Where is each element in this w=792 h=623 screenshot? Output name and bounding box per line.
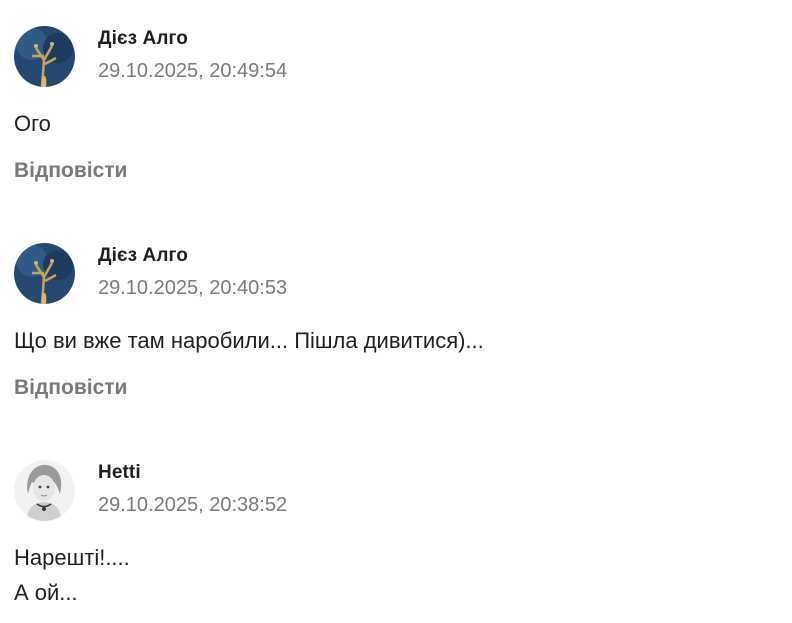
comment-text: Що ви вже там наробили... Пішла дивитися… (14, 323, 774, 358)
comment-header: Дієз Алго 29.10.2025, 20:40:53 (14, 243, 774, 305)
comment-timestamp: 29.10.2025, 20:49:54 (98, 60, 288, 82)
girl-portrait-avatar-icon[interactable] (14, 460, 75, 521)
reply-button[interactable]: Відповісти (14, 159, 127, 183)
comment-text-line: Нарешті!.... (14, 545, 130, 570)
tree-artwork-avatar-icon[interactable] (14, 243, 75, 304)
comment-item: Hetti 29.10.2025, 20:38:52 Нарешті!.... … (14, 460, 774, 610)
comment-header: Дієз Алго 29.10.2025, 20:49:54 (14, 26, 774, 88)
comment-author[interactable]: Дієз Алго (98, 245, 188, 267)
comment-text: Нарешті!.... А ой... (14, 540, 774, 610)
comment-header: Hetti 29.10.2025, 20:38:52 (14, 460, 774, 522)
comment-author[interactable]: Hetti (98, 462, 141, 484)
comment-text: Ого (14, 106, 774, 141)
comment-text-line: Що ви вже там наробили... Пішла дивитися… (14, 328, 484, 353)
comment-item: Дієз Алго 29.10.2025, 20:49:54 Ого Відпо… (14, 26, 774, 183)
comment-text-line: Ого (14, 111, 51, 136)
reply-button[interactable]: Відповісти (14, 376, 127, 400)
comment-timestamp: 29.10.2025, 20:40:53 (98, 277, 288, 299)
comment-text-line: А ой... (14, 580, 78, 605)
comment-timestamp: 29.10.2025, 20:38:52 (98, 494, 288, 516)
comment-item: Дієз Алго 29.10.2025, 20:40:53 Що ви вже… (14, 243, 774, 400)
tree-artwork-avatar-icon[interactable] (14, 26, 75, 87)
comment-author[interactable]: Дієз Алго (98, 28, 188, 50)
